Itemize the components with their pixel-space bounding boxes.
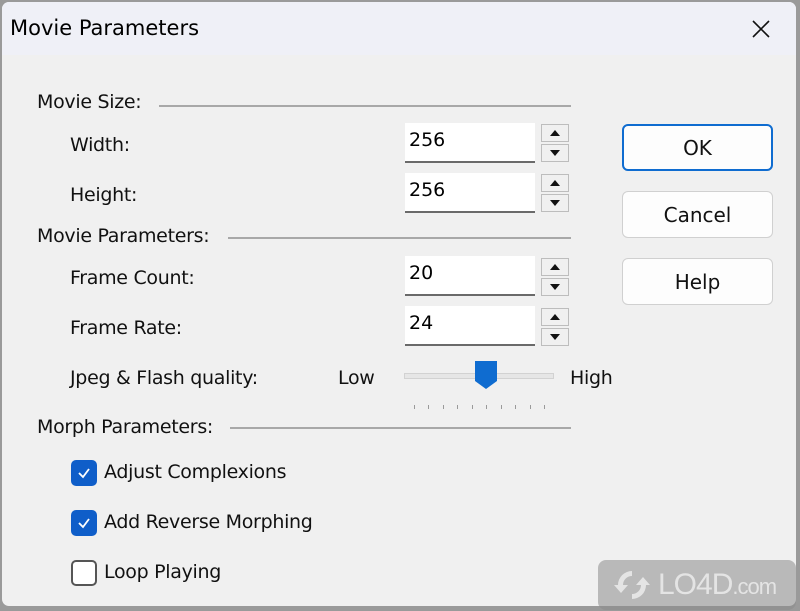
arrow-down-icon: [550, 200, 560, 206]
frame-rate-spin-down[interactable]: [541, 328, 569, 346]
close-icon: [752, 19, 770, 38]
checkbox[interactable]: [71, 560, 97, 586]
slider-tick: [529, 405, 531, 409]
quality-low-label: Low: [338, 367, 375, 389]
height-spin-up[interactable]: [541, 174, 569, 192]
height-label: Height:: [70, 184, 138, 206]
height-input[interactable]: 256: [405, 173, 535, 213]
group-divider: [159, 105, 571, 107]
slider-tick: [442, 405, 444, 409]
slider-tick: [414, 405, 415, 409]
slider-tick: [428, 405, 430, 409]
slider-tick: [544, 405, 545, 409]
height-spin-down[interactable]: [541, 194, 569, 212]
slider-tick: [471, 405, 473, 409]
width-label: Width:: [70, 134, 130, 156]
checkmark-icon: [78, 518, 90, 529]
close-button[interactable]: [726, 2, 796, 55]
quality-slider-thumb[interactable]: [474, 361, 498, 389]
movie-parameters-dialog: Movie Parameters Movie Size: Width: 256 …: [1, 1, 797, 607]
watermark-brand: LO4D: [658, 568, 733, 601]
dialog-content: Movie Size: Width: 256 Height: 256 Movie…: [2, 55, 796, 606]
watermark: LO4D.com: [598, 560, 796, 610]
group-divider: [228, 237, 571, 239]
lo4d-logo-icon: [614, 571, 650, 599]
slider-tick: [457, 405, 459, 409]
arrow-up-icon: [550, 130, 560, 136]
group-label-movie-parameters: Movie Parameters:: [37, 225, 210, 247]
dialog-title: Movie Parameters: [10, 16, 200, 40]
slider-tick: [500, 405, 502, 409]
checkbox[interactable]: [71, 510, 97, 536]
checkbox[interactable]: [71, 460, 97, 486]
width-spin-down[interactable]: [541, 144, 569, 162]
frame-count-spin-down[interactable]: [541, 278, 569, 296]
group-label-movie-size: Movie Size:: [37, 91, 142, 113]
cancel-button[interactable]: Cancel: [622, 191, 773, 238]
watermark-suffix: .com: [732, 574, 777, 599]
ok-button[interactable]: OK: [622, 124, 773, 171]
checkbox-label[interactable]: Add Reverse Morphing: [104, 511, 313, 533]
arrow-up-icon: [550, 180, 560, 186]
frame-count-label: Frame Count:: [70, 267, 195, 289]
frame-rate-spin-up[interactable]: [541, 308, 569, 326]
slider-tick: [515, 405, 517, 409]
title-bar: Movie Parameters: [2, 2, 796, 55]
arrow-down-icon: [550, 284, 560, 290]
arrow-up-icon: [550, 264, 560, 270]
checkmark-icon: [78, 468, 90, 479]
watermark-text: LO4D.com: [658, 568, 777, 602]
frame-rate-label: Frame Rate:: [70, 317, 182, 339]
quality-high-label: High: [570, 367, 613, 389]
arrow-up-icon: [550, 314, 560, 320]
arrow-down-icon: [550, 334, 560, 340]
frame-count-spin-up[interactable]: [541, 258, 569, 276]
group-label-morph-parameters: Morph Parameters:: [37, 416, 214, 438]
group-divider: [230, 427, 571, 429]
width-input[interactable]: 256: [405, 123, 535, 163]
arrow-down-icon: [550, 150, 560, 156]
quality-label: Jpeg & Flash quality:: [70, 367, 258, 389]
width-spin-up[interactable]: [541, 124, 569, 142]
checkbox-label[interactable]: Loop Playing: [104, 561, 221, 583]
checkbox-label[interactable]: Adjust Complexions: [104, 461, 287, 483]
slider-tick: [486, 405, 488, 409]
frame-count-input[interactable]: 20: [405, 256, 535, 296]
frame-rate-input[interactable]: 24: [405, 306, 535, 346]
help-button[interactable]: Help: [622, 258, 773, 305]
